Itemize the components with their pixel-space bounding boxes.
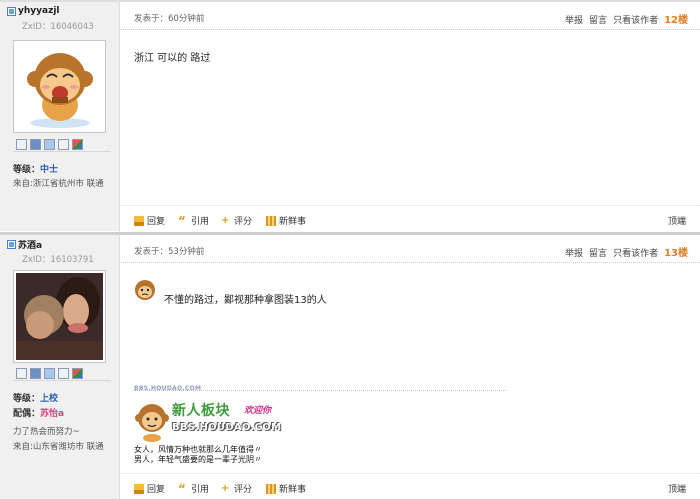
user-location: 来自:浙江省杭州市 联通: [13, 179, 104, 189]
author-panel: 苏酒a ZxID：16103791 等级：上校 配偶：苏怡a 力了热会而努力~ …: [0, 235, 120, 499]
reply-button[interactable]: 回复: [134, 482, 165, 495]
monkey-smiley-icon: [135, 280, 155, 300]
album-icon[interactable]: [58, 139, 69, 150]
post-13: 苏酒a ZxID：16103791 等级：上校 配偶：苏怡a 力了热会而努力~ …: [0, 232, 700, 499]
blocks-icon[interactable]: [72, 368, 83, 379]
profile-icon[interactable]: [44, 368, 55, 379]
signature-divider: [134, 390, 506, 391]
post-header: 发表于：60分钟前 举报 留言 只看该作者 12楼: [121, 2, 700, 30]
message-link[interactable]: 留言: [589, 13, 607, 26]
level-label: 等级：: [13, 394, 41, 404]
post-header: 发表于：53分钟前 举报 留言 只看该作者 13楼: [121, 235, 700, 263]
banner-title: 新人板块: [172, 403, 230, 419]
username[interactable]: yhyyazjl: [18, 6, 60, 16]
quote-button[interactable]: “ 引用: [178, 213, 210, 228]
banner-tag: 欢迎你: [244, 406, 272, 416]
album-icon[interactable]: [58, 368, 69, 379]
only-author-link[interactable]: 只看该作者: [613, 246, 658, 259]
user-mate: 配偶：苏怡a: [13, 406, 64, 419]
message-icon[interactable]: [16, 368, 27, 379]
monkey-banner-icon: [135, 404, 169, 442]
rate-label: 评分: [234, 485, 253, 495]
zxid: ZxID：16103791: [22, 255, 94, 265]
signature-line-2: 男人，年轻气盛要的是一辈子光阴〃: [134, 455, 262, 464]
reply-button[interactable]: 回复: [134, 214, 165, 227]
post-content: 浙江 可以的 路过: [134, 53, 211, 64]
post-main: 发表于：53分钟前 举报 留言 只看该作者 13楼 不懂的路过，鄙视那种拿图装1…: [121, 235, 700, 499]
rate-icon: +: [221, 482, 230, 494]
level-value: 上校: [40, 394, 59, 404]
rate-button[interactable]: + 评分: [221, 214, 252, 227]
post-time: 发表于：53分钟前: [134, 247, 205, 257]
quote-icon: “: [178, 481, 186, 496]
level-label: 等级：: [13, 165, 41, 175]
monkey-avatar-icon: [27, 53, 93, 128]
post-main: 发表于：60分钟前 举报 留言 只看该作者 12楼 浙江 可以的 路过 回复 “…: [121, 2, 700, 231]
banner-domain: BBS.HOUDAO.COM: [172, 422, 282, 433]
post-content: 不懂的路过，鄙视那种拿图装13的人: [164, 295, 327, 306]
mate-label: 配偶：: [13, 409, 41, 419]
post-12: yhyyazjl ZxID：16046043 等级：中士 来自:浙江省杭州市 联…: [0, 0, 700, 231]
floor-number: 12楼: [664, 15, 688, 26]
level-value: 中士: [40, 165, 59, 175]
reply-icon: [134, 483, 144, 494]
post-time: 发表于：60分钟前: [134, 14, 205, 24]
username[interactable]: 苏酒a: [18, 238, 42, 251]
message-link[interactable]: 留言: [589, 246, 607, 259]
add-friend-icon[interactable]: [30, 368, 41, 379]
user-location: 来自:山东省潍坊市 联通: [13, 442, 104, 452]
news-button[interactable]: 新鲜事: [266, 214, 306, 227]
zxid: ZxID：16046043: [22, 22, 94, 32]
message-icon[interactable]: [16, 139, 27, 150]
rate-label: 评分: [234, 217, 253, 227]
quote-icon: “: [178, 213, 186, 228]
reply-icon: [134, 215, 144, 226]
user-tool-icons: [13, 367, 111, 381]
blocks-icon[interactable]: [72, 139, 83, 150]
news-button[interactable]: 新鲜事: [266, 482, 306, 495]
report-link[interactable]: 举报: [565, 246, 583, 259]
top-link[interactable]: 顶端: [668, 482, 686, 495]
floor-number: 13楼: [664, 248, 688, 259]
user-status-icon: [7, 239, 16, 249]
user-status-icon: [7, 6, 16, 16]
news-label: 新鲜事: [279, 217, 307, 227]
couple-photo-avatar: [16, 273, 103, 360]
user-level: 等级：中士: [13, 162, 58, 175]
user-motto: 力了热会而努力~: [13, 427, 80, 437]
mate-value[interactable]: 苏怡a: [40, 409, 64, 419]
avatar[interactable]: [13, 270, 106, 363]
author-panel: yhyyazjl ZxID：16046043 等级：中士 来自:浙江省杭州市 联…: [0, 2, 120, 231]
rate-icon: +: [221, 214, 230, 226]
post-footer: 回复 “ 引用 + 评分 新鲜事 顶端: [121, 473, 700, 499]
reply-label: 回复: [147, 217, 166, 227]
reply-label: 回复: [147, 485, 166, 495]
post-actions: 举报 留言 只看该作者 12楼: [565, 11, 688, 26]
quote-label: 引用: [191, 485, 210, 495]
news-icon: [266, 215, 276, 226]
signature-banner: 新人板块 欢迎你 BBS.HOUDAO.COM: [134, 400, 289, 444]
news-label: 新鲜事: [279, 485, 307, 495]
only-author-link[interactable]: 只看该作者: [613, 13, 658, 26]
profile-icon[interactable]: [44, 139, 55, 150]
avatar[interactable]: [13, 40, 106, 133]
report-link[interactable]: 举报: [565, 13, 583, 26]
quote-button[interactable]: “ 引用: [178, 481, 210, 496]
quote-label: 引用: [191, 217, 210, 227]
post-actions: 举报 留言 只看该作者 13楼: [565, 244, 688, 259]
news-icon: [266, 483, 276, 494]
rate-button[interactable]: + 评分: [221, 482, 252, 495]
post-footer: 回复 “ 引用 + 评分 新鲜事 顶端: [121, 205, 700, 231]
user-tool-icons: [13, 138, 111, 152]
top-link[interactable]: 顶端: [668, 214, 686, 227]
user-level: 等级：上校: [13, 391, 58, 404]
add-friend-icon[interactable]: [30, 139, 41, 150]
